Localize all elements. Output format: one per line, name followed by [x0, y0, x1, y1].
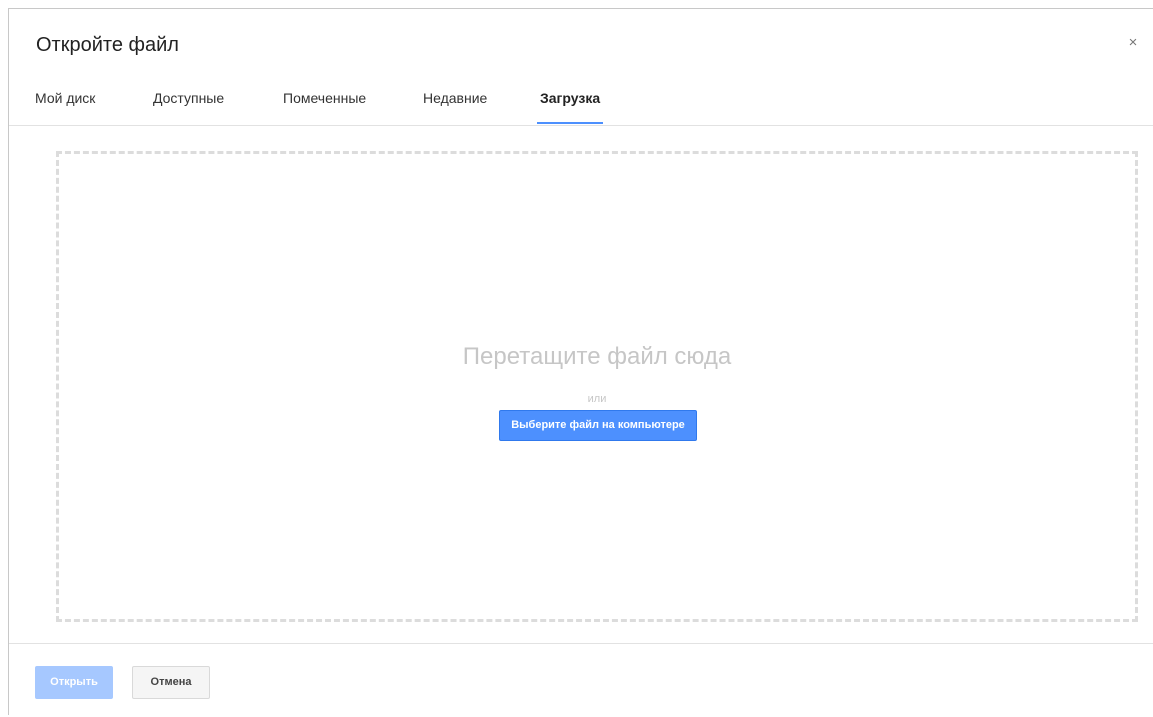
tab-shared[interactable]: Доступные — [153, 90, 224, 124]
tab-upload[interactable]: Загрузка — [537, 90, 604, 124]
drop-hint-text: Перетащите файл сюда — [462, 343, 732, 370]
close-icon[interactable]: × — [1125, 35, 1141, 51]
or-separator-text: или — [587, 393, 607, 405]
dialog-footer: Открыть Отмена — [9, 643, 1153, 717]
open-button[interactable]: Открыть — [35, 666, 113, 699]
cancel-button[interactable]: Отмена — [132, 666, 210, 699]
tab-recent[interactable]: Недавние — [423, 90, 487, 124]
file-drop-zone[interactable]: Перетащите файл сюда или Выберите файл н… — [56, 151, 1138, 622]
tab-starred[interactable]: Помеченные — [283, 90, 366, 124]
open-file-dialog: Откройте файл × Мой диск Доступные Помеч… — [8, 8, 1153, 715]
tab-my-drive[interactable]: Мой диск — [35, 90, 95, 124]
tab-bar: Мой диск Доступные Помеченные Недавние З… — [9, 83, 1153, 126]
select-file-button[interactable]: Выберите файл на компьютере — [499, 410, 697, 441]
dialog-title: Откройте файл — [36, 34, 179, 56]
